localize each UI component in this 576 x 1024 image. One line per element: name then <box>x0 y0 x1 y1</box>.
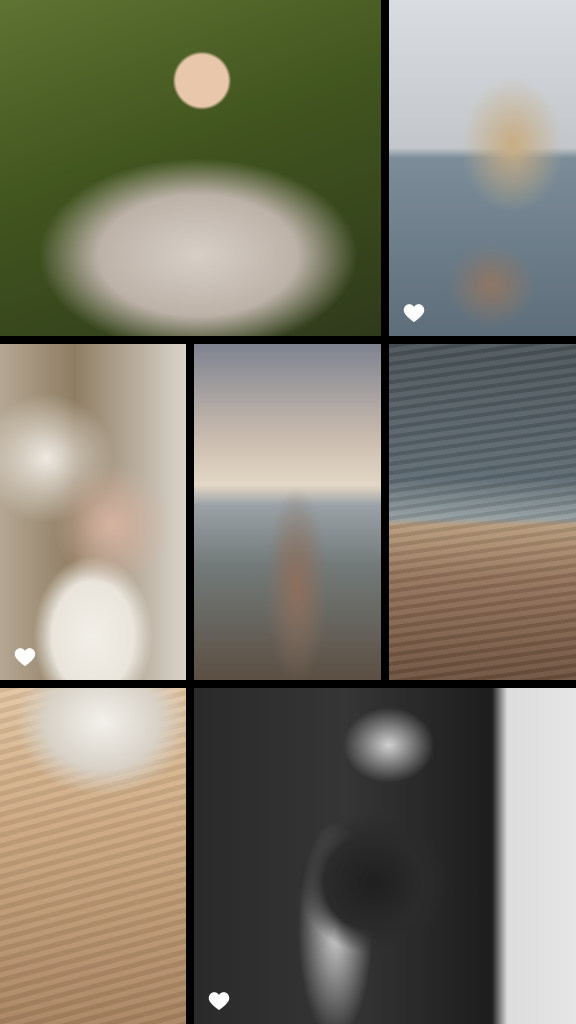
heart-icon[interactable] <box>403 303 425 323</box>
gallery-photo-4[interactable] <box>194 344 381 680</box>
heart-icon[interactable] <box>208 991 230 1011</box>
gallery-photo-7[interactable] <box>194 688 576 1024</box>
gallery-photo-3[interactable] <box>0 344 186 680</box>
photo-studio-couple-bw <box>194 688 576 1024</box>
photo-couple-beach-sunset <box>194 344 381 680</box>
photo-gallery-grid <box>0 0 576 1024</box>
gallery-photo-5[interactable] <box>389 344 576 680</box>
photo-bride-on-blanket <box>0 344 186 680</box>
gallery-photo-2[interactable] <box>389 0 576 336</box>
photo-bride-on-grass <box>0 0 381 336</box>
gallery-photo-6[interactable] <box>0 688 186 1024</box>
photo-couple-sea-embrace <box>389 0 576 336</box>
photo-couple-sand-dunes <box>389 344 576 680</box>
photo-feet-on-sand <box>0 688 186 1024</box>
gallery-photo-1[interactable] <box>0 0 381 336</box>
heart-icon[interactable] <box>14 647 36 667</box>
